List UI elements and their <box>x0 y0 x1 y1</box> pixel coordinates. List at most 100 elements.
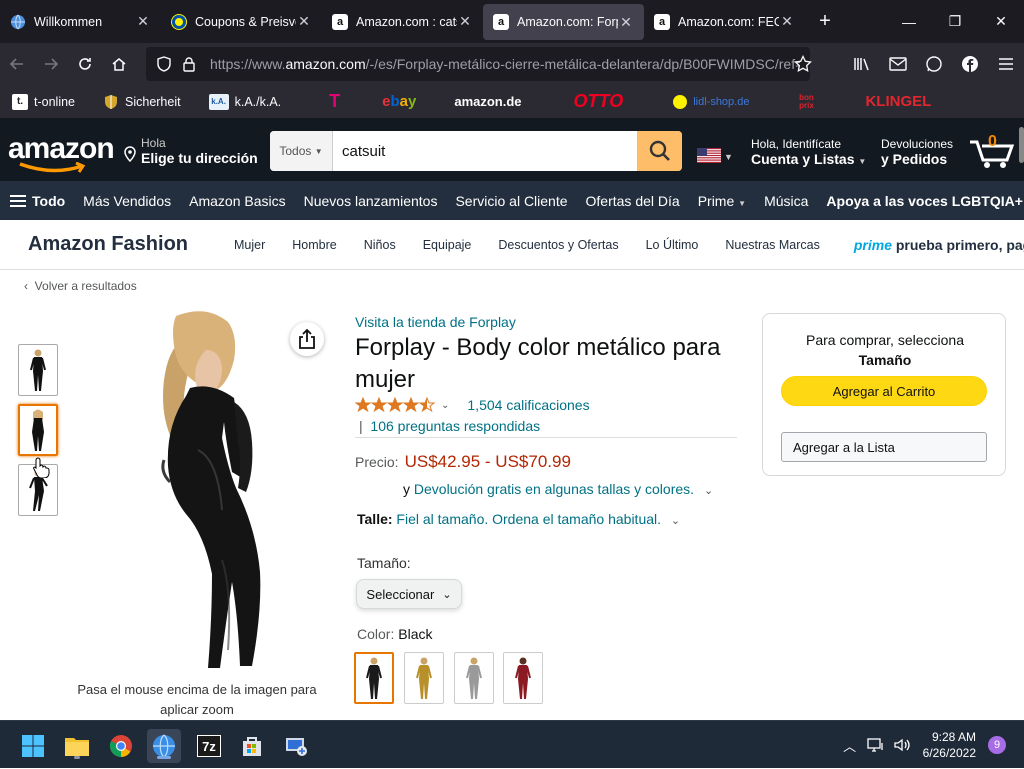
bookmark-telekom[interactable]: T <box>329 91 340 112</box>
thumbnail-2[interactable] <box>18 404 58 456</box>
search-button[interactable] <box>637 131 682 171</box>
close-icon[interactable]: ✕ <box>618 14 634 31</box>
nav-prime[interactable]: Prime ▼ <box>698 193 746 209</box>
us-flag-icon[interactable] <box>697 148 721 163</box>
color-swatch-gold[interactable] <box>404 652 444 704</box>
tab-coupons[interactable]: Coupons & Preisvo ✕ <box>161 0 322 43</box>
bookmark-ebay[interactable]: ebay <box>382 93 416 110</box>
prime-try-before-buy[interactable]: prime prueba primero, paga d <box>854 237 1024 253</box>
tab-amazon-feo[interactable]: a Amazon.com: FEO ✕ <box>644 0 805 43</box>
thumbnail-1[interactable] <box>18 344 58 396</box>
chevron-down-icon[interactable]: ⌄ <box>671 515 680 527</box>
start-button[interactable] <box>16 729 50 763</box>
close-window-button[interactable]: ✕ <box>978 0 1024 43</box>
system-clock[interactable]: 9:28 AM 6/26/2022 <box>923 729 976 761</box>
taskbar-store[interactable] <box>235 729 269 763</box>
ratings-count-link[interactable]: 1,504 calificaciones <box>467 397 589 413</box>
deliver-line2: Elige tu dirección <box>141 150 258 166</box>
bookmark-star-icon[interactable] <box>794 55 812 73</box>
fashion-mujer[interactable]: Mujer <box>234 238 265 252</box>
menu-icon[interactable] <box>988 47 1024 81</box>
bookmark-bonprix[interactable]: bon prix <box>795 93 817 110</box>
taskbar-browser[interactable] <box>147 729 181 763</box>
back-icon[interactable] <box>0 47 34 81</box>
fashion-descuentos[interactable]: Descuentos y Ofertas <box>498 238 618 252</box>
amazon-fashion-brand[interactable]: Amazon Fashion <box>28 233 188 256</box>
color-swatch-silver[interactable] <box>454 652 494 704</box>
nav-pride-promo[interactable]: Apoya a las voces LGBTQIA+ <box>826 193 1022 209</box>
chevron-down-icon[interactable]: ⌄ <box>441 400 449 411</box>
search-category-dropdown[interactable]: Todos ▼ <box>270 131 333 171</box>
volume-icon[interactable] <box>889 737 915 753</box>
chevron-up-icon[interactable]: ︿ <box>837 736 863 755</box>
nav-mas-vendidos[interactable]: Más Vendidos <box>83 193 171 209</box>
library-icon[interactable] <box>844 47 880 81</box>
size-fit-link[interactable]: Fiel al tamaño. Ordena el tamaño habitua… <box>396 511 661 527</box>
bookmark-tonline[interactable]: t. t-online <box>12 93 75 110</box>
star-rating[interactable] <box>355 397 435 413</box>
tab-willkommen[interactable]: Willkommen ✕ <box>0 0 161 43</box>
tab-amazon-forplay[interactable]: a Amazon.com: Forp ✕ <box>483 4 644 40</box>
back-to-results[interactable]: ‹ Volver a resultados <box>24 279 137 293</box>
taskbar-chrome[interactable] <box>104 729 138 763</box>
network-icon[interactable] <box>863 737 889 753</box>
fashion-equipaje[interactable]: Equipaje <box>423 238 472 252</box>
nav-amazon-basics[interactable]: Amazon Basics <box>189 193 285 209</box>
close-icon[interactable]: ✕ <box>457 13 473 30</box>
home-icon[interactable] <box>102 47 136 81</box>
share-button[interactable] <box>290 322 324 356</box>
bookmark-klingel[interactable]: KLINGEL <box>865 93 931 110</box>
shield-tracking-icon[interactable] <box>156 56 172 72</box>
chevron-down-icon[interactable]: ⌄ <box>704 485 713 497</box>
minimize-button[interactable]: — <box>886 0 932 43</box>
reload-icon[interactable] <box>68 47 102 81</box>
close-icon[interactable]: ✕ <box>296 13 312 30</box>
bookmark-ka[interactable]: k.A. k.A./k.A. <box>208 93 281 110</box>
visit-store-link[interactable]: Visita la tienda de Forplay <box>355 314 516 330</box>
forward-icon[interactable] <box>34 47 68 81</box>
nav-musica[interactable]: Música <box>764 193 808 209</box>
url-text[interactable]: https://www.amazon.com/-/es/Forplay-metá… <box>210 56 800 72</box>
fashion-ninos[interactable]: Niños <box>364 238 396 252</box>
maximize-button[interactable]: ❐ <box>932 0 978 43</box>
account-and-lists[interactable]: Hola, Identifícate Cuenta y Listas ▼ <box>751 137 866 167</box>
returns-and-orders[interactable]: Devoluciones y Pedidos <box>881 137 953 167</box>
nav-all-menu[interactable]: Todo <box>10 193 65 209</box>
nav-servicio-cliente[interactable]: Servicio al Cliente <box>455 193 567 209</box>
fashion-hombre[interactable]: Hombre <box>292 238 336 252</box>
amazon-logo[interactable]: amazon <box>8 132 115 166</box>
mail-icon[interactable] <box>880 47 916 81</box>
add-to-list-button[interactable]: Agregar a la Lista <box>781 432 987 462</box>
answered-questions-link[interactable]: | 106 preguntas respondidas <box>359 418 540 434</box>
new-tab-button[interactable]: + <box>805 10 845 33</box>
size-select[interactable]: Seleccionar ⌄ <box>356 579 462 609</box>
free-returns-link[interactable]: Devolución gratis en algunas tallas y co… <box>414 481 694 497</box>
bookmark-lidl-shop[interactable]: lidl-shop.de <box>673 94 749 109</box>
color-swatch-red[interactable] <box>503 652 543 704</box>
taskbar-7zip[interactable]: 7z <box>192 729 226 763</box>
bookmark-otto[interactable]: OTTO <box>574 91 624 112</box>
facebook-icon[interactable] <box>952 47 988 81</box>
nav-ofertas-del-dia[interactable]: Ofertas del Día <box>586 193 680 209</box>
whatsapp-icon[interactable] <box>916 47 952 81</box>
nav-nuevos-lanzamientos[interactable]: Nuevos lanzamientos <box>304 193 438 209</box>
fashion-lo-ultimo[interactable]: Lo Último <box>646 238 699 252</box>
deliver-to[interactable]: Hola Elige tu dirección <box>124 136 258 166</box>
stars-icon <box>355 397 435 413</box>
add-to-cart-button[interactable]: Agregar al Carrito <box>781 376 987 406</box>
url-bar[interactable]: https://www.amazon.com/-/es/Forplay-metá… <box>146 47 812 81</box>
color-swatch-black[interactable] <box>354 652 394 704</box>
search-input[interactable] <box>333 131 637 171</box>
taskbar-file-explorer[interactable] <box>60 729 94 763</box>
taskbar-network-app[interactable] <box>279 729 313 763</box>
notification-badge[interactable]: 9 <box>988 736 1006 754</box>
bookmark-amazon-de[interactable]: amazon.de <box>454 94 521 109</box>
close-icon[interactable]: ✕ <box>135 13 151 30</box>
fashion-nuestras-marcas[interactable]: Nuestras Marcas <box>725 238 819 252</box>
product-main-image[interactable] <box>94 310 324 668</box>
close-icon[interactable]: ✕ <box>779 13 795 30</box>
bookmark-sicherheit[interactable]: Sicherheit <box>103 94 181 110</box>
scrollbar-thumb[interactable] <box>1019 127 1024 163</box>
lock-icon[interactable] <box>182 56 196 72</box>
tab-amazon-cats[interactable]: a Amazon.com : cats ✕ <box>322 0 483 43</box>
